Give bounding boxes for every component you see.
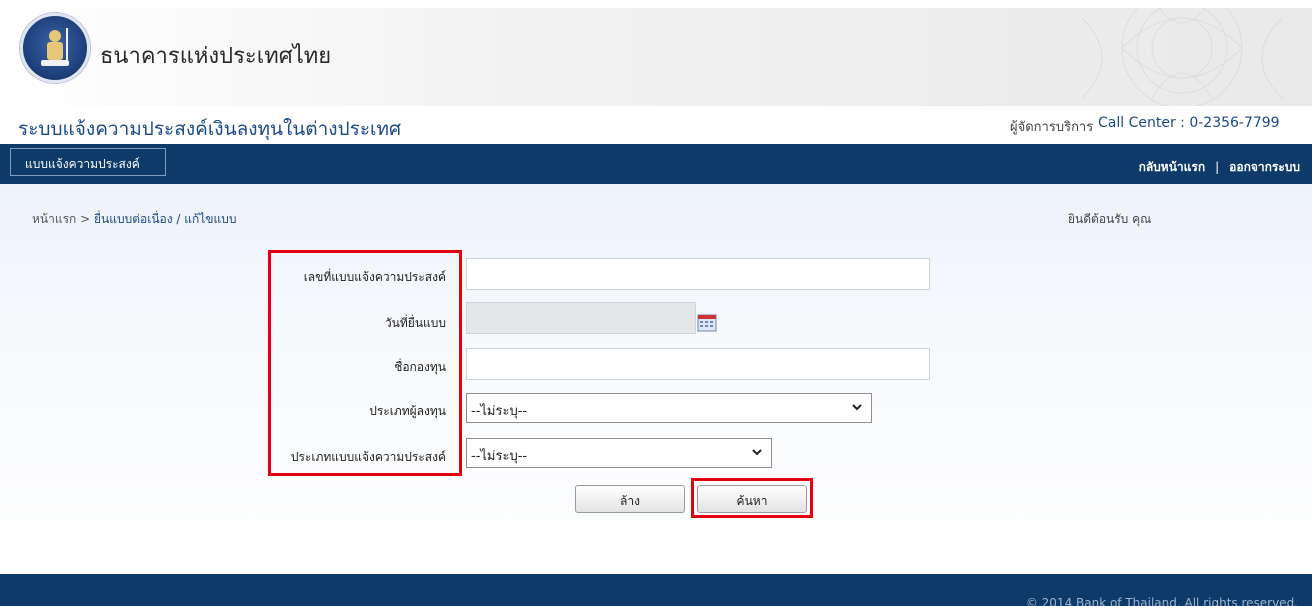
decorative-pattern-icon (1081, 8, 1283, 106)
breadcrumb-home[interactable]: หน้าแรก (32, 212, 76, 226)
logout-link[interactable]: ออกจากระบบ (1229, 160, 1300, 174)
fund-name-input[interactable] (466, 348, 930, 380)
bank-name: ธนาคารแห่งประเทศไทย (100, 44, 332, 69)
bot-logo[interactable] (20, 13, 90, 83)
main-navbar: แบบแจ้งความประสงค์ กลับหน้าแรก | ออกจากระบ… (0, 144, 1312, 184)
form-type-select[interactable]: --ไม่ระบุ-- (466, 438, 772, 468)
form-type-value: --ไม่ระบุ-- (471, 449, 528, 464)
service-manager-label: ผู้จัดการบริการ (1010, 120, 1094, 135)
clear-button[interactable]: ล้าง (575, 485, 685, 513)
main-content: หน้าแรก > ยื่นแบบต่อเนื่อง / แก้ไขแบบ ยิ… (0, 184, 1312, 574)
system-title: ระบบแจ้งความประสงค์เงินลงทุนในต่างประเทศ (18, 118, 402, 140)
chevron-down-icon (852, 404, 862, 411)
investor-type-value: --ไม่ระบุ-- (471, 404, 528, 419)
site-header: ธนาคารแห่งประเทศไทย (0, 8, 1312, 106)
highlight-form-labels (268, 250, 462, 476)
emblem-icon (41, 28, 69, 66)
submit-date-input (466, 302, 696, 334)
nav-links: กลับหน้าแรก | ออกจากระบบ (1139, 158, 1300, 177)
form-no-input[interactable] (466, 258, 930, 290)
calendar-icon[interactable] (697, 314, 717, 332)
tab-intent-form[interactable]: แบบแจ้งความประสงค์ (10, 148, 166, 176)
home-link[interactable]: กลับหน้าแรก (1139, 160, 1206, 174)
breadcrumb-separator: > (80, 212, 91, 226)
copyright-text: © 2014 Bank of Thailand. All rights rese… (1025, 596, 1298, 606)
investor-type-select[interactable]: --ไม่ระบุ-- (466, 393, 872, 423)
system-title-bar: ระบบแจ้งความประสงค์เงินลงทุนในต่างประเทศ… (0, 106, 1312, 144)
breadcrumb-current: ยื่นแบบต่อเนื่อง / แก้ไขแบบ (94, 212, 237, 226)
site-footer: © 2014 Bank of Thailand. All rights rese… (0, 574, 1312, 606)
chevron-down-icon (752, 449, 762, 456)
call-center-number: Call Center : 0-2356-7799 (1098, 115, 1280, 131)
welcome-message: ยินดีต้อนรับ คุณ (1068, 212, 1152, 226)
highlight-search-button (691, 478, 813, 518)
breadcrumb: หน้าแรก > ยื่นแบบต่อเนื่อง / แก้ไขแบบ (32, 210, 236, 229)
nav-separator: | (1215, 160, 1220, 174)
